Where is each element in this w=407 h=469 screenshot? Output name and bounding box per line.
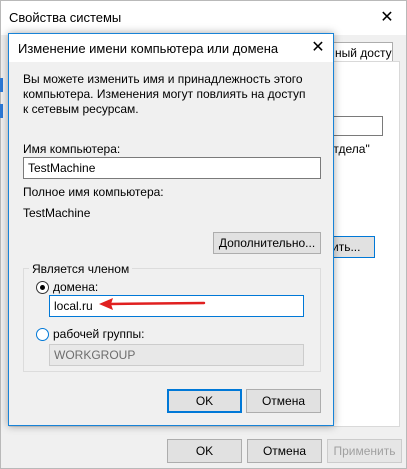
workgroup-input: WORKGROUP <box>49 344 304 366</box>
system-properties-ok-button[interactable]: OK <box>167 439 242 463</box>
dialog-title: Изменение имени компьютера или домена <box>18 41 279 56</box>
more-button[interactable]: Дополнительно... <box>213 232 321 254</box>
workgroup-radio[interactable] <box>36 328 49 341</box>
tab-remote-access[interactable]: ный доступ <box>331 42 393 62</box>
system-properties-titlebar: Свойства системы ✕ <box>1 1 406 35</box>
change-button[interactable]: ить... <box>331 236 375 258</box>
radio-selected-dot <box>40 285 45 290</box>
member-of-legend: Является членом <box>29 262 133 276</box>
rename-computer-dialog: Изменение имени компьютера или домена ✕ … <box>8 33 334 426</box>
workgroup-radio-label[interactable]: рабочей группы: <box>53 327 144 341</box>
system-properties-apply-button[interactable]: Применить <box>327 439 402 463</box>
close-icon[interactable]: ✕ <box>303 34 333 62</box>
system-properties-cancel-button[interactable]: Отмена <box>247 439 322 463</box>
ok-button[interactable]: OK <box>167 389 242 413</box>
annotation-arrow-icon <box>99 298 206 310</box>
computer-name-input[interactable]: TestMachine <box>23 157 321 179</box>
intro-text: Вы можете изменить имя и принадлежность … <box>23 72 306 116</box>
cancel-button[interactable]: Отмена <box>246 389 321 413</box>
background-accent-bar <box>0 78 3 92</box>
dialog-titlebar: Изменение имени компьютера или домена ✕ <box>9 34 333 62</box>
full-name-label: Полное имя компьютера: <box>23 185 164 199</box>
close-icon[interactable]: ✕ <box>369 3 405 33</box>
background-accent-bar <box>0 104 3 118</box>
full-name-value: TestMachine <box>23 206 91 220</box>
system-properties-title: Свойства системы <box>9 10 122 25</box>
computer-description-field[interactable] <box>327 116 383 136</box>
domain-radio[interactable] <box>36 281 49 294</box>
computer-name-label: Имя компьютера: <box>23 142 121 156</box>
